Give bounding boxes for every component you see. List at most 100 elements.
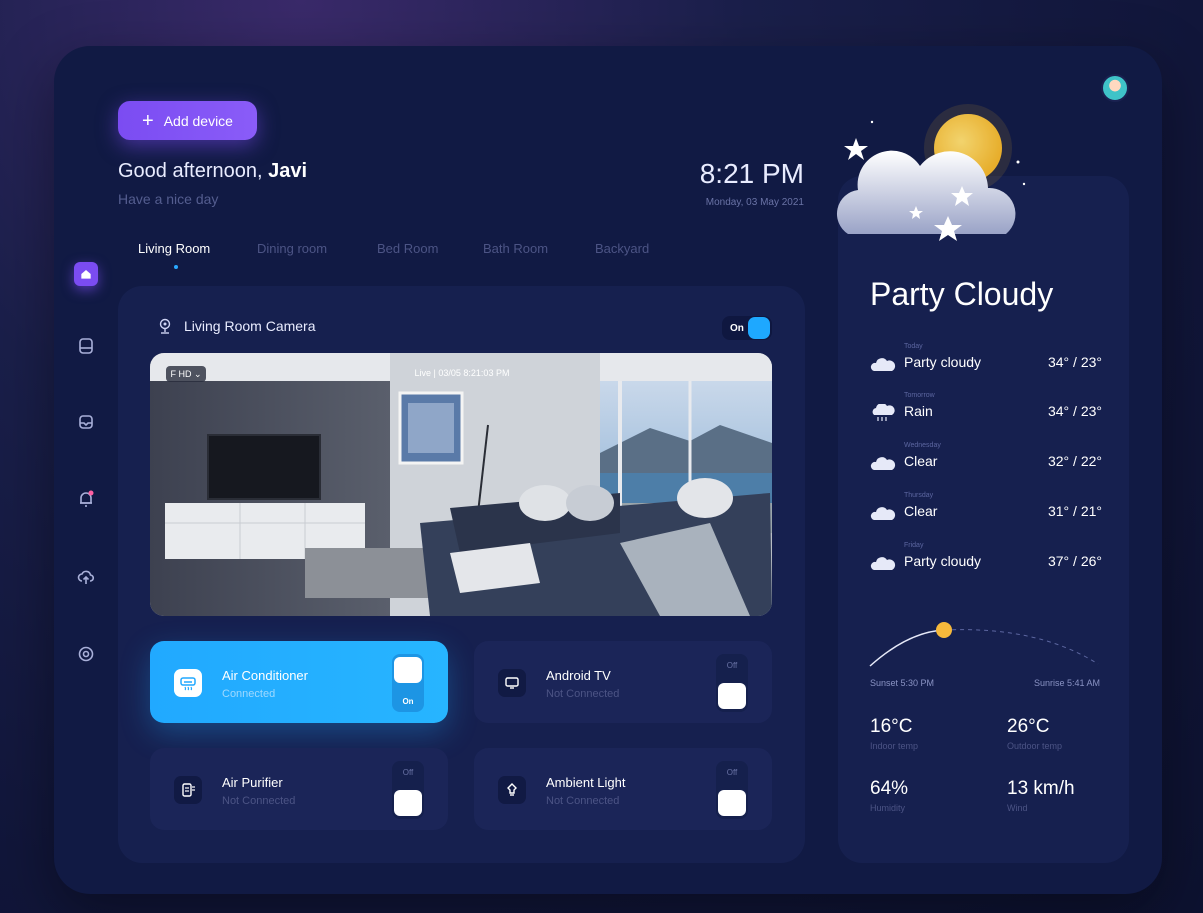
clock-time: 8:21 PM xyxy=(699,158,804,189)
stat-humidity: 64% Humidity xyxy=(870,778,990,813)
switch-knob xyxy=(718,683,746,709)
active-tab-indicator xyxy=(174,265,178,269)
device-name: Ambient Light xyxy=(546,775,626,790)
camera-title-text: Living Room Camera xyxy=(184,318,316,334)
tv-icon xyxy=(498,669,526,697)
device-switch[interactable]: Off xyxy=(716,761,748,819)
avatar[interactable] xyxy=(1101,74,1129,102)
device-status: Not Connected xyxy=(222,795,296,807)
forecast-temp: 37° / 26° xyxy=(1047,553,1102,569)
device-name: Air Purifier xyxy=(222,775,283,790)
sidebar-item-inbox[interactable] xyxy=(68,406,104,442)
tab-bed-room[interactable]: Bed Room xyxy=(377,241,438,256)
cloud-icon xyxy=(870,507,896,520)
light-bulb-icon xyxy=(498,776,526,804)
device-icon xyxy=(77,337,95,360)
weather-title: Party Cloudy xyxy=(870,276,1054,312)
stat-label: Wind xyxy=(1007,803,1028,813)
air-conditioner-icon xyxy=(174,669,202,697)
switch-label: On xyxy=(402,697,414,706)
resolution-select[interactable]: F HD ⌄ xyxy=(166,366,206,382)
greeting: Good afternoon, Javi xyxy=(118,160,307,183)
stat-indoor-temp: 16°C Indoor temp xyxy=(870,716,990,751)
plus-icon: + xyxy=(142,109,154,132)
camera-toggle-knob xyxy=(748,317,770,339)
forecast-condition: Clear xyxy=(904,453,938,469)
device-card-android-tv[interactable]: Android TV Not Connected Off xyxy=(474,641,772,723)
bell-icon xyxy=(77,490,95,513)
device-switch[interactable]: Off xyxy=(716,654,748,712)
stat-value: 64% xyxy=(870,778,909,799)
cloud-upload-icon xyxy=(77,568,95,591)
forecast-row-tomorrow: Tomorrow Rain 34° / 23° xyxy=(870,392,1102,428)
cloud-icon xyxy=(870,358,896,371)
rain-icon xyxy=(872,404,895,421)
sidebar-item-settings[interactable] xyxy=(68,638,104,674)
sidebar-item-cloud[interactable] xyxy=(68,561,104,597)
clock-date: Monday, 03 May 2021 xyxy=(705,197,804,208)
switch-knob xyxy=(394,790,422,816)
forecast-row-friday: Friday Party cloudy 37° / 26° xyxy=(870,542,1102,578)
inbox-icon xyxy=(77,413,95,436)
add-device-label: Add device xyxy=(163,112,233,129)
sidebar-item-home[interactable] xyxy=(68,256,104,292)
camera-title: Living Room Camera xyxy=(158,318,316,334)
tab-dining-room[interactable]: Dining room xyxy=(257,241,327,256)
sun-icon xyxy=(936,622,952,638)
forecast-row-wednesday: Wednesday Clear 32° / 22° xyxy=(870,442,1102,478)
switch-label: Off xyxy=(726,768,738,777)
stat-label: Outdoor temp xyxy=(1007,741,1063,751)
camera-feed[interactable] xyxy=(150,353,772,616)
cloud-icon xyxy=(870,457,896,470)
device-status: Not Connected xyxy=(546,795,620,807)
device-name: Air Conditioner xyxy=(222,668,308,683)
add-device-button[interactable]: + Add device xyxy=(118,101,257,140)
tab-bath-room[interactable]: Bath Room xyxy=(483,241,548,256)
sunset-time: Sunset 5:30 PM xyxy=(870,678,935,688)
sidebar-item-devices[interactable] xyxy=(68,330,104,366)
camera-toggle[interactable]: On xyxy=(722,316,772,340)
greeting-text: Good afternoon, xyxy=(118,160,269,182)
device-name: Android TV xyxy=(546,668,611,683)
subgreeting: Have a nice day xyxy=(118,191,219,207)
forecast-day: Thursday xyxy=(904,492,934,499)
forecast-day: Today xyxy=(904,343,923,350)
sidebar-item-notifications[interactable] xyxy=(68,483,104,519)
forecast-temp: 32° / 22° xyxy=(1047,453,1102,469)
device-card-air-purifier[interactable]: Air Purifier Not Connected Off xyxy=(150,748,448,830)
device-card-air-conditioner[interactable]: Air Conditioner Connected On xyxy=(150,641,448,723)
switch-label: Off xyxy=(402,768,414,777)
tab-backyard[interactable]: Backyard xyxy=(595,241,649,256)
tab-living-room[interactable]: Living Room xyxy=(138,241,211,269)
device-switch[interactable]: Off xyxy=(392,761,424,819)
camera-location-icon xyxy=(159,318,171,334)
forecast-condition: Party cloudy xyxy=(904,354,982,370)
forecast-temp: 34° / 23° xyxy=(1047,354,1102,370)
switch-label: Off xyxy=(726,661,738,670)
tab-label: Living Room xyxy=(138,241,211,256)
forecast-day: Tomorrow xyxy=(904,392,935,399)
forecast-temp: 31° / 21° xyxy=(1047,503,1102,519)
air-purifier-icon xyxy=(174,776,202,804)
stat-outdoor-temp: 26°C Outdoor temp xyxy=(1007,716,1127,751)
camera-toggle-label: On xyxy=(730,322,744,334)
stat-value: 26°C xyxy=(1007,716,1050,737)
switch-knob xyxy=(394,657,422,683)
user-name: Javi xyxy=(268,160,308,182)
device-status: Not Connected xyxy=(546,688,620,700)
stat-label: Humidity xyxy=(870,803,906,813)
device-card-ambient-light[interactable]: Ambient Light Not Connected Off xyxy=(474,748,772,830)
living-room-image xyxy=(150,353,772,616)
forecast-condition: Party cloudy xyxy=(904,553,982,569)
stat-wind: 13 km/h Wind xyxy=(1007,778,1127,813)
sunrise-time: Sunrise 5:41 AM xyxy=(1033,678,1100,688)
forecast-day: Friday xyxy=(904,542,924,549)
stat-label: Indoor temp xyxy=(870,741,919,751)
forecast-temp: 34° / 23° xyxy=(1047,403,1102,419)
forecast-row-today: Today Party cloudy 34° / 23° xyxy=(870,343,1102,379)
weather-illustration xyxy=(836,104,1026,241)
settings-icon xyxy=(77,645,95,668)
device-switch[interactable]: On xyxy=(392,654,424,712)
forecast-day: Wednesday xyxy=(904,442,941,449)
stat-value: 13 km/h xyxy=(1007,778,1075,799)
